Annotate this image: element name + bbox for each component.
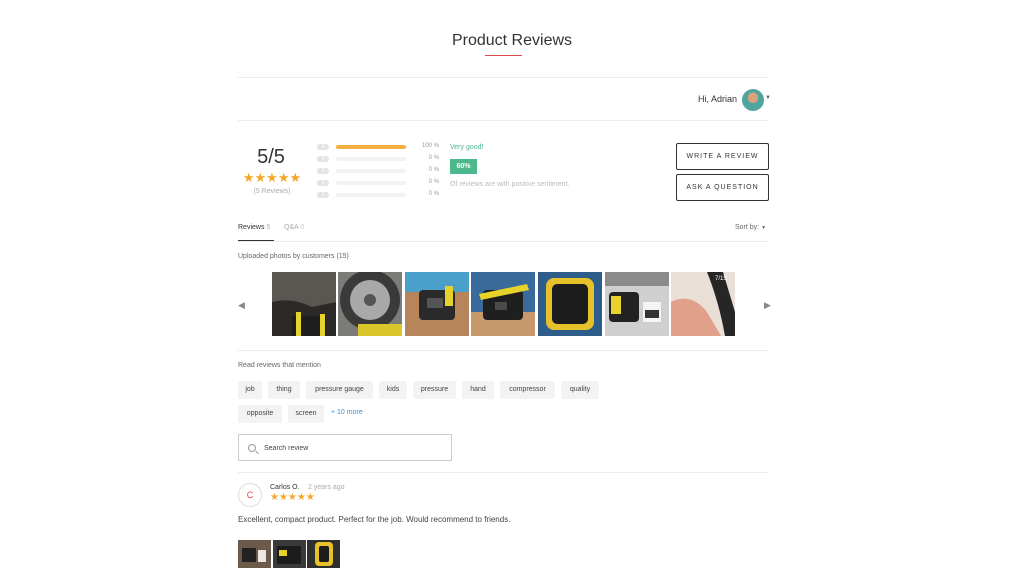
review-text: Excellent, compact product. Perfect for … (238, 515, 511, 524)
sentiment-note: Of reviews are with positive sentiment. (450, 181, 570, 188)
customer-photo[interactable] (405, 272, 469, 336)
chevron-down-icon[interactable]: ▼ (765, 95, 771, 101)
rating-percent: 0 % (428, 191, 439, 197)
search-input[interactable] (264, 442, 444, 454)
ask-question-button[interactable]: ASK A QUESTION (676, 174, 769, 201)
reviewer-avatar: C (238, 483, 262, 507)
page-title: Product Reviews (451, 32, 573, 49)
more-mentions-link[interactable]: + 10 more (331, 409, 363, 416)
rating-bar (336, 157, 406, 161)
review-photo[interactable] (238, 540, 271, 568)
rating-bar-fill (336, 145, 406, 149)
chevron-right-icon[interactable]: ▶ (764, 300, 771, 311)
mention-chip[interactable]: hand (462, 381, 494, 399)
rating-bar (336, 169, 406, 173)
mention-chip[interactable]: kids (379, 381, 407, 399)
rating-row-2[interactable]: 2 0 % (317, 179, 442, 188)
rating-bar (336, 145, 406, 149)
search-icon (248, 444, 256, 452)
photos-heading: Uploaded photos by customers (15) (238, 253, 349, 260)
review-photo[interactable] (307, 540, 340, 568)
divider (238, 241, 769, 242)
write-review-button[interactable]: WRITE A REVIEW (676, 143, 769, 170)
search-box[interactable] (238, 434, 452, 461)
divider (238, 77, 769, 78)
title-underline (485, 55, 522, 56)
mention-chip[interactable]: pressure gauge (306, 381, 373, 399)
customer-photo[interactable] (338, 272, 402, 336)
tab-count: 5 (266, 224, 271, 231)
rating-label: 3 (317, 168, 329, 174)
review-date: 2 years ago (308, 484, 345, 491)
rating-percent: 0 % (428, 179, 439, 185)
mention-chip[interactable]: opposite (238, 405, 282, 423)
review-photo[interactable] (273, 540, 306, 568)
rating-percent: 0 % (428, 167, 439, 173)
rating-percent: 0 % (428, 155, 439, 161)
rating-row-4[interactable]: 4 0 % (317, 155, 442, 164)
chevron-down-icon: ▼ (761, 225, 767, 231)
mention-chip[interactable]: compressor (500, 381, 555, 399)
rating-row-1[interactable]: 1 0 % (317, 191, 442, 200)
rating-label: 4 (317, 156, 329, 162)
tab-label: Q&A (284, 224, 299, 231)
tab-reviews[interactable]: Reviews 5 (238, 224, 270, 231)
photo-counter: 7/15 (715, 276, 727, 282)
customer-photo[interactable] (272, 272, 336, 336)
divider (238, 120, 769, 121)
customer-photo[interactable] (471, 272, 535, 336)
rating-percent: 100 % (421, 143, 439, 149)
rating-row-3[interactable]: 3 0 % (317, 167, 442, 176)
divider (238, 350, 769, 351)
chevron-left-icon[interactable]: ◀ (238, 300, 245, 311)
customer-photo[interactable] (538, 272, 602, 336)
mention-chip[interactable]: screen (288, 405, 324, 423)
mentions-heading: Read reviews that mention (238, 362, 321, 369)
rating-label: 1 (317, 192, 329, 198)
user-greeting: Hi, Adrian (698, 94, 738, 104)
average-score: 5/5 (257, 146, 285, 168)
rating-bar (336, 181, 406, 185)
tab-label: Reviews (238, 224, 265, 231)
sort-label: Sort by: (735, 224, 760, 231)
sentiment-label: Very good! (450, 144, 484, 151)
rating-label: 5 (317, 144, 329, 150)
divider (238, 472, 769, 473)
customer-photo[interactable] (605, 272, 669, 336)
average-stars: ★★★★★ (242, 170, 302, 185)
avatar[interactable] (742, 89, 764, 111)
review-stars: ★★★★★ (270, 492, 315, 503)
mention-chip[interactable]: job (238, 381, 262, 399)
tab-count: 0 (300, 224, 305, 231)
rating-row-5[interactable]: 5 100 % (317, 143, 442, 152)
reviewer-name[interactable]: Carlos O. (270, 484, 300, 491)
sentiment-badge: 60% (450, 159, 477, 174)
tab-qa[interactable]: Q&A 0 (284, 224, 304, 231)
mention-chip[interactable]: pressure (413, 381, 456, 399)
rating-label: 2 (317, 180, 329, 186)
sort-dropdown[interactable]: Sort by: ▼ (735, 224, 766, 231)
rating-bar (336, 193, 406, 197)
mention-chip[interactable]: quality (561, 381, 599, 399)
mention-chip[interactable]: thing (268, 381, 300, 399)
review-count: (5 Reviews) (253, 188, 291, 195)
